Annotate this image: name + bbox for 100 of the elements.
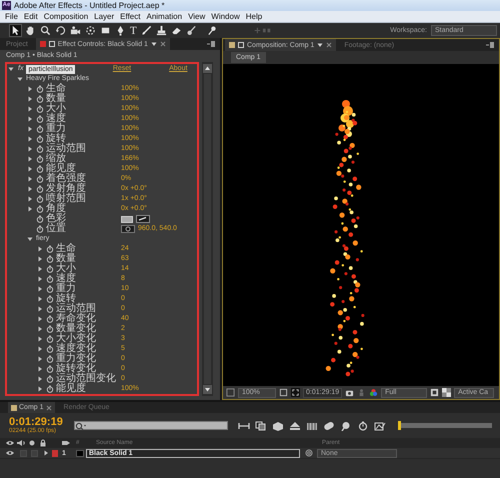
expander-icon[interactable] bbox=[43, 450, 49, 456]
label-square-icon bbox=[229, 42, 235, 48]
search-field[interactable] bbox=[74, 421, 228, 430]
parameter-label: 大小变化 bbox=[56, 334, 96, 344]
rgb-channels-icon[interactable] bbox=[369, 388, 378, 397]
expander-icon[interactable] bbox=[27, 236, 33, 242]
stopwatch-icon[interactable] bbox=[46, 315, 54, 323]
stopwatch-icon[interactable] bbox=[36, 125, 44, 133]
stopwatch-icon[interactable] bbox=[46, 275, 54, 283]
menu-item[interactable]: File bbox=[2, 11, 21, 22]
parameter-label: 喷射范围 bbox=[46, 194, 86, 204]
menu-item[interactable]: Animation bbox=[143, 11, 186, 22]
label-square-icon bbox=[11, 404, 17, 410]
stopwatch-icon[interactable] bbox=[36, 115, 44, 123]
lock-switch[interactable] bbox=[31, 450, 38, 456]
scrollbar[interactable] bbox=[202, 62, 213, 396]
window-title: Adobe After Effects - Untitled Project.aep * bbox=[14, 0, 165, 10]
scroll-down-icon[interactable] bbox=[203, 385, 212, 394]
menu-item[interactable]: Help bbox=[242, 11, 266, 22]
stopwatch-icon[interactable] bbox=[356, 420, 370, 430]
expander-icon[interactable] bbox=[17, 76, 23, 82]
stopwatch-icon[interactable] bbox=[46, 295, 54, 303]
stopwatch-icon[interactable] bbox=[36, 145, 44, 153]
stopwatch-icon[interactable] bbox=[36, 205, 44, 213]
parameter-label: 大小 bbox=[46, 104, 66, 114]
stopwatch-icon[interactable] bbox=[36, 135, 44, 143]
pill-icon[interactable] bbox=[322, 420, 336, 430]
dashed-circle-icon[interactable] bbox=[85, 25, 96, 36]
type-tool-button[interactable]: T bbox=[130, 24, 137, 36]
eyedropper-icon[interactable] bbox=[136, 215, 150, 223]
panel-menu-icon[interactable] bbox=[485, 41, 495, 49]
parameter-label: 速度变化 bbox=[56, 344, 96, 354]
menu-item[interactable]: Effect bbox=[117, 11, 144, 22]
stopwatch-icon[interactable] bbox=[46, 245, 54, 253]
close-icon[interactable] bbox=[46, 404, 52, 410]
menu-item[interactable]: View bbox=[185, 11, 208, 22]
stopwatch-icon[interactable] bbox=[46, 325, 54, 333]
stopwatch-icon[interactable] bbox=[36, 195, 44, 203]
menu-item[interactable]: Window bbox=[208, 11, 243, 22]
stopwatch-icon[interactable] bbox=[46, 345, 54, 353]
pin-icon[interactable] bbox=[206, 25, 218, 36]
eye-icon[interactable] bbox=[5, 449, 15, 457]
region-icon[interactable] bbox=[291, 388, 300, 397]
expander-icon[interactable] bbox=[8, 66, 14, 72]
camera-icon[interactable] bbox=[70, 25, 81, 36]
stopwatch-icon[interactable] bbox=[46, 365, 54, 373]
brush-icon[interactable] bbox=[140, 25, 152, 36]
color-swatch[interactable] bbox=[121, 216, 133, 222]
stopwatch-icon[interactable] bbox=[46, 265, 54, 273]
stopwatch-icon[interactable] bbox=[46, 375, 54, 383]
pickwhip-icon[interactable] bbox=[304, 449, 314, 457]
rotate-icon[interactable] bbox=[55, 25, 66, 36]
caret-icon[interactable] bbox=[150, 41, 157, 47]
graph-editor-icon[interactable] bbox=[373, 420, 387, 430]
hand-icon[interactable] bbox=[25, 25, 36, 36]
close-icon[interactable] bbox=[326, 42, 332, 48]
stopwatch-icon[interactable] bbox=[36, 85, 44, 93]
stopwatch-icon[interactable] bbox=[36, 105, 44, 113]
parameter-label: 旋转 bbox=[46, 134, 66, 144]
label-color[interactable] bbox=[52, 450, 58, 456]
solo-dot-icon bbox=[27, 439, 37, 447]
parameter-label: 发射角度 bbox=[46, 184, 86, 194]
parameter-label: 数量变化 bbox=[56, 324, 96, 334]
speaker-icon bbox=[16, 439, 26, 447]
stopwatch-icon[interactable] bbox=[46, 385, 54, 393]
stopwatch-icon[interactable] bbox=[36, 175, 44, 183]
current-time[interactable]: 0:01:29:19 bbox=[9, 416, 69, 428]
parameter-label: 速度 bbox=[46, 114, 66, 124]
stacked-squares-icon[interactable] bbox=[254, 420, 268, 430]
stopwatch-icon[interactable] bbox=[36, 165, 44, 173]
time-navigator[interactable] bbox=[398, 423, 492, 428]
crosshair-icon[interactable] bbox=[121, 225, 135, 233]
stopwatch-icon[interactable] bbox=[46, 335, 54, 343]
rectangle-icon[interactable] bbox=[100, 25, 111, 36]
solo-switch[interactable] bbox=[20, 450, 27, 456]
search-icon[interactable] bbox=[40, 25, 51, 36]
stopwatch-icon[interactable] bbox=[36, 225, 44, 233]
menu-item[interactable]: Edit bbox=[20, 11, 41, 22]
pen-icon[interactable] bbox=[115, 25, 126, 36]
close-icon[interactable] bbox=[160, 41, 166, 47]
eraser-icon[interactable] bbox=[170, 25, 182, 36]
stopwatch-icon[interactable] bbox=[46, 305, 54, 313]
stopwatch-icon[interactable] bbox=[46, 255, 54, 263]
stopwatch-icon[interactable] bbox=[36, 95, 44, 103]
caret-icon[interactable] bbox=[317, 42, 324, 48]
scroll-up-icon[interactable] bbox=[203, 64, 212, 73]
stopwatch-icon[interactable] bbox=[36, 215, 44, 223]
camera-icon[interactable] bbox=[345, 388, 354, 397]
bracket-icon[interactable] bbox=[237, 420, 251, 430]
stamp-icon[interactable] bbox=[156, 25, 167, 36]
stopwatch-icon[interactable] bbox=[36, 155, 44, 163]
stopwatch-icon[interactable] bbox=[46, 355, 54, 363]
checkerboard-icon[interactable] bbox=[442, 388, 452, 397]
stopwatch-icon[interactable] bbox=[46, 285, 54, 293]
panel-menu-icon[interactable] bbox=[206, 40, 216, 48]
menu-item[interactable]: Layer bbox=[91, 11, 118, 22]
menu-item[interactable]: Composition bbox=[40, 11, 92, 22]
pointer-icon[interactable] bbox=[10, 25, 21, 36]
stopwatch-icon[interactable] bbox=[36, 185, 44, 193]
search-icon bbox=[75, 422, 87, 430]
